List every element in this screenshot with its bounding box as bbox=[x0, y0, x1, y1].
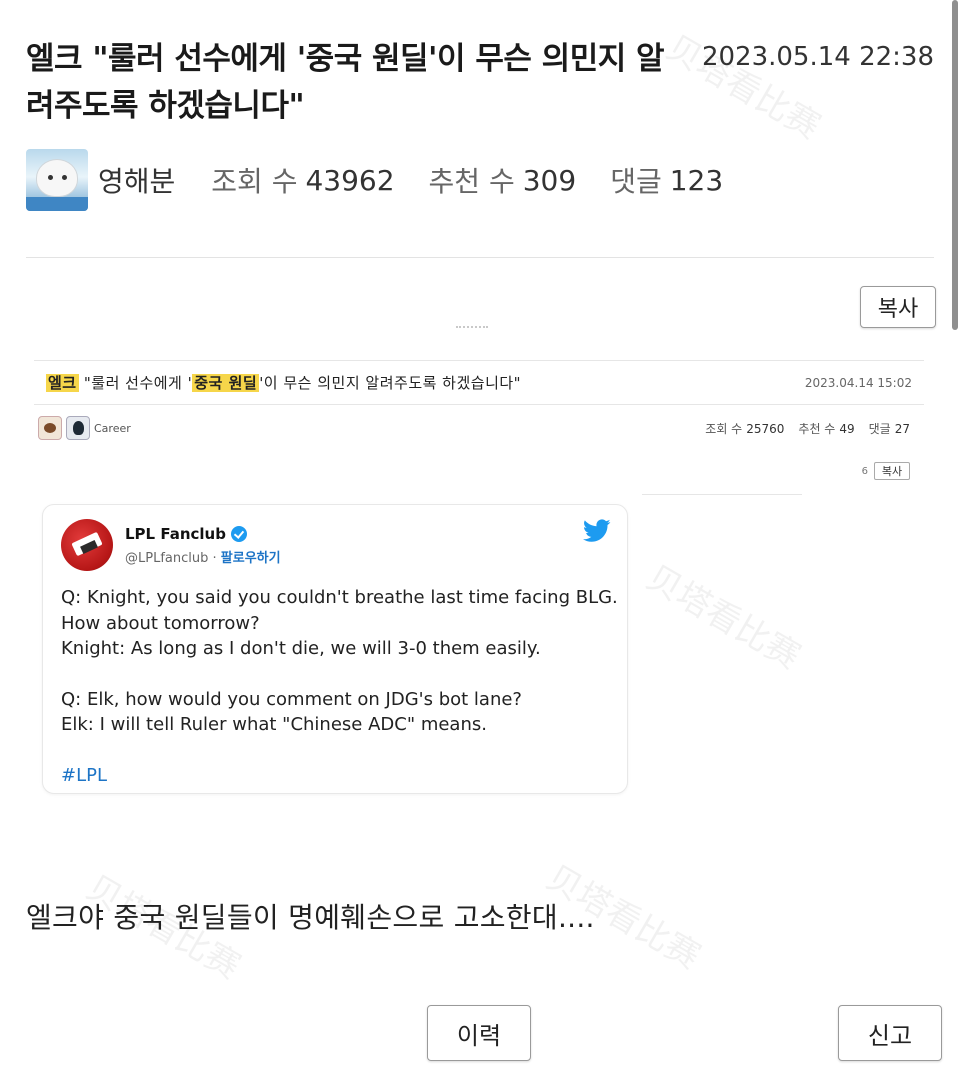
tweet-line: Knight: As long as I don't die, we will … bbox=[61, 638, 541, 659]
views-label: 조회 수 bbox=[211, 165, 298, 198]
tweet-avatar bbox=[61, 519, 113, 571]
avatar[interactable] bbox=[26, 149, 88, 211]
embedded-copy-button: 복사 bbox=[874, 462, 910, 480]
tweet-line: Elk: I will tell Ruler what "Chinese ADC… bbox=[61, 714, 487, 735]
verified-icon bbox=[230, 526, 247, 542]
embedded-copy-count: 6 bbox=[861, 466, 868, 477]
embedded-divider bbox=[642, 494, 802, 495]
tweet-line: Q: Elk, how would you comment on JDG's b… bbox=[61, 688, 522, 710]
comments-count: 123 bbox=[669, 163, 724, 197]
embedded-screenshot: 엘크 "룰러 선수에게 ' 중국 원딜 '이 무슨 의민지 알려주도록 하겠습니다"… bbox=[34, 360, 926, 800]
embedded-likes-label: 추천 수 bbox=[798, 422, 836, 436]
tweet-separator: · bbox=[212, 551, 217, 566]
post-date: 2023.05.14 22:38 bbox=[701, 42, 934, 72]
tweet-author-name: LPL Fanclub bbox=[125, 525, 226, 543]
views-count: 43962 bbox=[305, 163, 395, 197]
history-button[interactable]: 이력 bbox=[427, 1005, 531, 1061]
post-title: 엘크 "룰러 선수에게 '중국 원딜'이 무슨 의민지 알려주도록 하겠습니다" bbox=[26, 41, 665, 124]
comments-label: 댓글 bbox=[610, 165, 662, 198]
embedded-author: Career bbox=[94, 421, 131, 435]
embedded-divider bbox=[34, 360, 924, 361]
embedded-comments-label: 댓글 bbox=[868, 422, 891, 436]
scrollbar[interactable] bbox=[952, 0, 958, 330]
embedded-avatar bbox=[66, 416, 90, 440]
embedded-title-part1: "룰러 선수에게 ' bbox=[78, 374, 193, 392]
tweet-hashtag: #LPL bbox=[61, 764, 107, 786]
embedded-title: 엘크 "룰러 선수에게 ' 중국 원딜 '이 무슨 의민지 알려주도록 하겠습니다" bbox=[46, 372, 521, 393]
embedded-date: 2023.04.14 15:02 bbox=[804, 376, 912, 390]
tweet-author: LPL Fanclub bbox=[125, 525, 247, 543]
tweet-line: Q: Knight, you said you couldn't breathe… bbox=[61, 587, 624, 634]
follow-link: 팔로우하기 bbox=[220, 551, 281, 566]
embedded-views-label: 조회 수 bbox=[705, 422, 743, 436]
tweet-card: LPL Fanclub @LPLfanclub · 팔로우하기 Q: Knigh… bbox=[42, 504, 628, 794]
author-name[interactable]: 영해분 bbox=[98, 160, 175, 200]
tweet-handle-row: @LPLfanclub · 팔로우하기 bbox=[125, 547, 281, 566]
embedded-divider bbox=[34, 404, 924, 405]
post-meta: 영해분 조회 수 43962 추천 수 309 댓글 123 bbox=[26, 148, 757, 212]
divider bbox=[26, 257, 934, 258]
embedded-title-part2: '이 무슨 의민지 알려주도록 하겠습니다" bbox=[259, 374, 522, 392]
post-body-text: 엘크야 중국 원딜들이 명예훼손으로 고소한대.... bbox=[26, 901, 595, 934]
embedded-likes: 추천 수 49 bbox=[798, 420, 854, 437]
divider-dots bbox=[456, 326, 488, 328]
embedded-views: 조회 수 25760 bbox=[705, 420, 784, 437]
embedded-avatar bbox=[38, 416, 62, 440]
embedded-comments: 댓글 27 bbox=[869, 420, 910, 437]
embedded-comments-count: 27 bbox=[894, 422, 910, 436]
likes-label: 추천 수 bbox=[428, 165, 515, 198]
twitter-bird-icon bbox=[583, 519, 611, 542]
embedded-meta: Career bbox=[38, 416, 131, 440]
report-button[interactable]: 신고 bbox=[838, 1005, 942, 1061]
embedded-likes-count: 49 bbox=[839, 422, 855, 436]
embedded-stats: 조회 수 25760 추천 수 49 댓글 27 bbox=[691, 420, 910, 437]
tweet-handle: @LPLfanclub bbox=[125, 551, 209, 566]
tweet-text: Q: Knight, you said you couldn't breathe… bbox=[61, 585, 621, 788]
copy-button[interactable]: 복사 bbox=[860, 286, 936, 328]
embedded-title-highlight: 중국 원딜 bbox=[192, 374, 260, 392]
embedded-title-prefix: 엘크 bbox=[46, 374, 79, 392]
embedded-views-count: 25760 bbox=[746, 422, 785, 436]
likes-count: 309 bbox=[522, 163, 577, 197]
